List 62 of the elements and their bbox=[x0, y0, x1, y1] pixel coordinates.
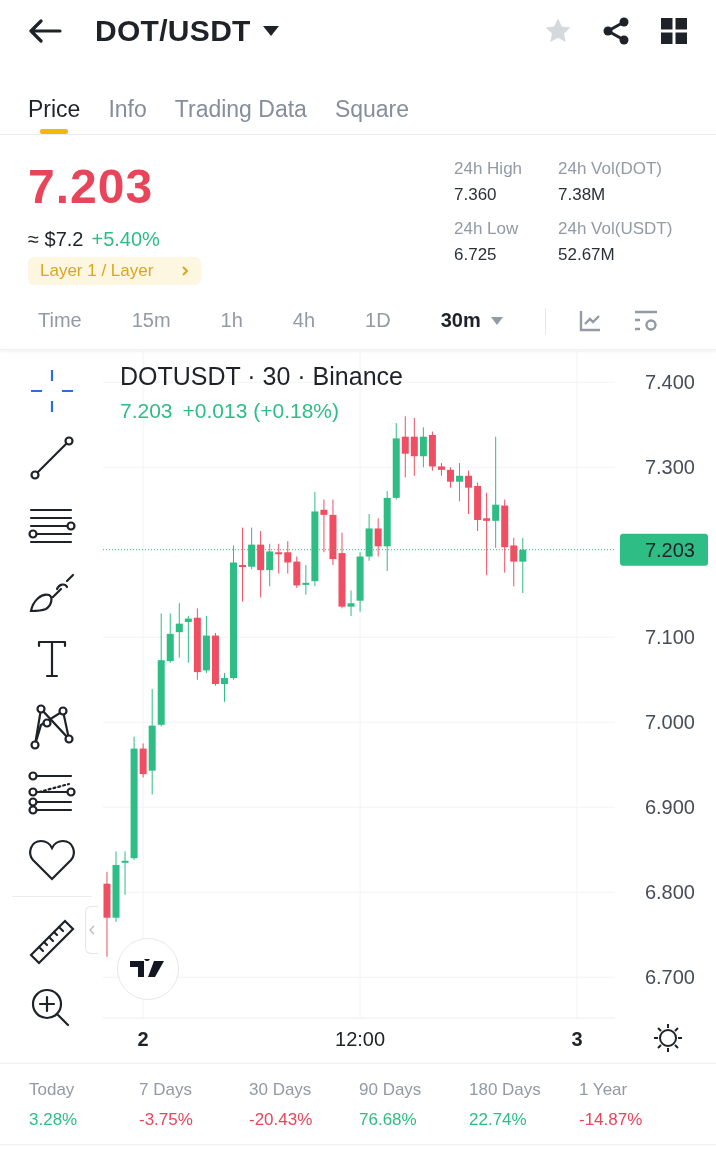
tab[interactable]: Square bbox=[334, 84, 410, 134]
price-axis-label: 6.700 bbox=[644, 966, 695, 989]
stat-label: 24h Vol(DOT) bbox=[558, 159, 663, 179]
period-label: 90 Days bbox=[359, 1080, 423, 1100]
share-icon[interactable] bbox=[602, 17, 630, 45]
stat-label: 24h Low bbox=[454, 219, 520, 239]
price-axis-label: 7.000 bbox=[644, 711, 695, 734]
stat-label: 24h Vol(USDT) bbox=[558, 219, 674, 239]
period-label: 30 Days bbox=[249, 1080, 313, 1100]
current-price-label: 7.203 bbox=[644, 538, 695, 561]
stat-value: 7.38M bbox=[558, 185, 607, 205]
period-label: 7 Days bbox=[139, 1080, 193, 1100]
period-change: -20.43% bbox=[249, 1110, 314, 1130]
theme-icon[interactable] bbox=[653, 1023, 683, 1053]
pair-title[interactable]: DOT/USDT bbox=[95, 14, 251, 48]
candlestick bbox=[456, 462, 463, 502]
stat-value: 52.67M bbox=[558, 245, 616, 265]
time-axis-label: 12:00 bbox=[335, 1028, 386, 1050]
interval-tab[interactable]: 30m bbox=[440, 309, 503, 332]
interval-tab[interactable]: 1D bbox=[365, 309, 391, 332]
price-axis-label: 7.300 bbox=[644, 456, 695, 479]
chevron-right-icon bbox=[181, 265, 190, 277]
tab[interactable]: Info bbox=[108, 84, 147, 134]
period-label: 180 Days bbox=[469, 1080, 542, 1100]
stat-value: 6.725 bbox=[454, 245, 498, 265]
period-change: 22.74% bbox=[469, 1110, 528, 1130]
star-icon[interactable] bbox=[544, 17, 572, 45]
interval-tab[interactable]: Time bbox=[38, 309, 82, 332]
time-axis-label: 3 bbox=[571, 1028, 583, 1050]
back-arrow-icon[interactable] bbox=[28, 19, 62, 43]
fiat-price: ≈ $7.2 bbox=[28, 228, 84, 251]
stat-label: 24h High bbox=[454, 159, 524, 179]
time-axis-label: 2 bbox=[137, 1028, 149, 1050]
price-axis-label: 6.800 bbox=[644, 881, 695, 904]
period-label: Today bbox=[29, 1080, 76, 1100]
period-change: 76.68% bbox=[359, 1110, 418, 1130]
period-label: 1 Year bbox=[579, 1080, 629, 1100]
interval-tab[interactable]: 15m bbox=[131, 309, 171, 332]
chart-symbol: DOTUSDT · 30 · Binance bbox=[120, 362, 403, 391]
candlestick bbox=[447, 466, 454, 489]
price-change: +5.40% bbox=[91, 228, 160, 251]
chart-last-price: 7.203 bbox=[120, 399, 173, 423]
tab[interactable]: Price bbox=[28, 84, 81, 134]
period-change: 3.28% bbox=[29, 1110, 79, 1130]
candlestick bbox=[221, 672, 228, 703]
stat-value: 7.360 bbox=[454, 185, 498, 205]
category-tag[interactable]: Layer 1 / Layer bbox=[28, 257, 202, 285]
chart-settings-icon[interactable] bbox=[633, 308, 658, 333]
interval-tab[interactable]: 4h bbox=[292, 309, 316, 332]
tab[interactable]: Trading Data bbox=[174, 84, 307, 134]
price-axis-label: 6.900 bbox=[644, 796, 695, 819]
price-axis-label: 7.400 bbox=[644, 371, 695, 394]
interval-tab[interactable]: 1h bbox=[220, 309, 243, 332]
grid-icon[interactable] bbox=[660, 17, 688, 45]
chart-price-change: +0.013 (+0.18%) bbox=[182, 399, 339, 423]
price-axis-label: 7.100 bbox=[644, 626, 695, 649]
collapse-handle[interactable] bbox=[85, 906, 98, 954]
last-price: 7.203 bbox=[28, 159, 155, 214]
period-change: -3.75% bbox=[139, 1110, 194, 1130]
caret-down-icon[interactable] bbox=[262, 26, 279, 36]
chart-indicator-icon[interactable] bbox=[577, 308, 602, 333]
period-change: -14.87% bbox=[579, 1110, 644, 1130]
